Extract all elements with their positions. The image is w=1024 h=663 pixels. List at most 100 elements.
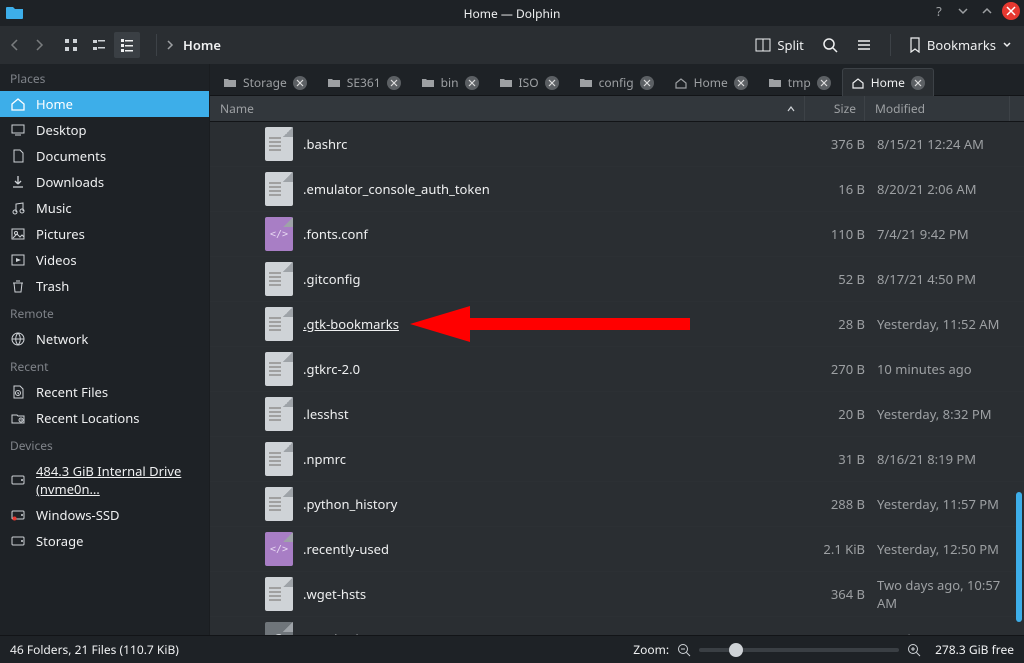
tab-label: SE361 <box>347 74 381 91</box>
tab-home[interactable]: Home <box>842 68 934 96</box>
help-button[interactable]: ? <box>930 2 948 20</box>
tab-bin[interactable]: bin <box>412 68 488 96</box>
file-size: 270 B <box>805 360 865 378</box>
table-row[interactable]: .Xauthority51 B10 minutes ago <box>210 617 1024 635</box>
window-title: Home — Dolphin <box>464 5 561 22</box>
tab-close-icon[interactable] <box>387 76 401 90</box>
file-modified: Yesterday, 8:32 PM <box>865 405 1010 423</box>
tab-close-icon[interactable] <box>734 76 748 90</box>
sidebar-item-videos[interactable]: Videos <box>0 247 209 273</box>
file-name: .lesshst <box>303 405 805 423</box>
file-icon <box>265 172 293 206</box>
table-row[interactable]: .emulator_console_auth_token16 B8/20/21 … <box>210 167 1024 212</box>
column-size[interactable]: Size <box>805 96 865 121</box>
file-size: 364 B <box>805 585 865 603</box>
folder-icon <box>327 78 341 88</box>
sidebar-heading: Places <box>0 64 209 91</box>
table-row[interactable]: .npmrc31 B8/16/21 8:19 PM <box>210 437 1024 482</box>
compact-view-button[interactable] <box>86 32 112 58</box>
desktop-icon <box>10 122 26 138</box>
sidebar-item-recent-locations[interactable]: Recent Locations <box>0 405 209 431</box>
bookmarks-button[interactable]: Bookmarks <box>905 32 1016 58</box>
table-row[interactable]: .python_history288 BYesterday, 11:57 PM <box>210 482 1024 527</box>
menu-button[interactable] <box>852 34 876 56</box>
breadcrumb[interactable]: Home <box>165 36 747 54</box>
file-name: .gtkrc-2.0 <box>303 360 805 378</box>
sidebar-item-documents[interactable]: Documents <box>0 143 209 169</box>
tab-close-icon[interactable] <box>911 76 925 90</box>
file-name: .gtk-bookmarks <box>303 315 805 333</box>
tab-storage[interactable]: Storage <box>214 68 316 96</box>
tab-close-icon[interactable] <box>640 76 654 90</box>
table-row[interactable]: .fonts.conf110 B7/4/21 9:42 PM <box>210 212 1024 257</box>
breadcrumb-home[interactable]: Home <box>183 36 221 54</box>
sidebar-item-pictures[interactable]: Pictures <box>0 221 209 247</box>
back-button[interactable] <box>8 38 22 52</box>
scrollbar-thumb[interactable] <box>1016 492 1022 622</box>
table-row[interactable]: .bashrc376 B8/15/21 12:24 AM <box>210 122 1024 167</box>
sidebar-item-home[interactable]: Home <box>0 91 209 117</box>
file-icon <box>265 532 293 566</box>
close-button[interactable] <box>1002 2 1020 20</box>
forward-button[interactable] <box>32 38 46 52</box>
file-icon <box>265 397 293 431</box>
search-button[interactable] <box>818 33 842 57</box>
sidebar-item-recent-files[interactable]: Recent Files <box>0 379 209 405</box>
table-row[interactable]: .gtkrc-2.0270 B10 minutes ago <box>210 347 1024 392</box>
bookmark-icon <box>909 37 921 53</box>
column-modified[interactable]: Modified <box>865 96 1010 121</box>
sidebar-item-trash[interactable]: Trash <box>0 273 209 299</box>
tab-se361[interactable]: SE361 <box>318 68 410 96</box>
tab-config[interactable]: config <box>570 68 663 96</box>
file-size: 16 B <box>805 180 865 198</box>
tree-gutter <box>210 139 265 149</box>
column-name[interactable]: Name <box>210 96 805 121</box>
zoom-out-icon[interactable] <box>677 643 691 657</box>
scrollbar[interactable] <box>1014 122 1022 635</box>
file-modified: Two days ago, 10:57 AM <box>865 576 1010 612</box>
file-size: 52 B <box>805 270 865 288</box>
tab-close-icon[interactable] <box>817 76 831 90</box>
maximize-button[interactable] <box>978 2 996 20</box>
split-label: Split <box>777 36 804 54</box>
tab-label: Home <box>694 74 728 91</box>
tab-close-icon[interactable] <box>545 76 559 90</box>
main-area: PlacesHomeDesktopDocumentsDownloadsMusic… <box>0 64 1024 635</box>
split-button[interactable]: Split <box>751 32 808 58</box>
table-row[interactable]: .wget-hsts364 BTwo days ago, 10:57 AM <box>210 572 1024 617</box>
drive-storage-icon <box>10 533 26 549</box>
tab-close-icon[interactable] <box>465 76 479 90</box>
sidebar-item-storage[interactable]: Storage <box>0 528 209 554</box>
table-row[interactable]: .lesshst20 BYesterday, 8:32 PM <box>210 392 1024 437</box>
file-icon <box>265 307 293 341</box>
sidebar-item-music[interactable]: Music <box>0 195 209 221</box>
zoom-slider-thumb[interactable] <box>729 643 743 657</box>
file-size: 51 B <box>805 630 865 635</box>
sidebar-item-downloads[interactable]: Downloads <box>0 169 209 195</box>
file-list[interactable]: .bashrc376 B8/15/21 12:24 AM.emulator_co… <box>210 122 1024 635</box>
icons-view-button[interactable] <box>58 32 84 58</box>
minimize-button[interactable] <box>954 2 972 20</box>
tab-tmp[interactable]: tmp <box>759 68 840 96</box>
tab-home[interactable]: Home <box>665 68 757 96</box>
table-row[interactable]: .gitconfig52 B8/17/21 4:50 PM <box>210 257 1024 302</box>
documents-icon <box>10 148 26 164</box>
zoom-slider[interactable] <box>699 648 899 652</box>
sidebar-item-desktop[interactable]: Desktop <box>0 117 209 143</box>
column-name-label: Name <box>220 100 254 117</box>
sidebar-item-network[interactable]: Network <box>0 326 209 352</box>
table-row[interactable]: .recently-used2.1 KiBYesterday, 12:50 PM <box>210 527 1024 572</box>
tab-iso[interactable]: ISO <box>490 68 568 96</box>
sidebar-item-windows-ssd[interactable]: Windows-SSD <box>0 502 209 528</box>
sidebar-item-484-3-gib-internal-drive-nvme0n[interactable]: 484.3 GiB Internal Drive (nvme0n… <box>0 458 209 502</box>
tab-close-icon[interactable] <box>293 76 307 90</box>
table-row[interactable]: .gtk-bookmarks28 BYesterday, 11:52 AM <box>210 302 1024 347</box>
column-size-label: Size <box>834 100 856 117</box>
details-view-button[interactable] <box>114 32 140 58</box>
zoom-in-icon[interactable] <box>907 643 921 657</box>
file-icon <box>265 487 293 521</box>
tree-gutter <box>210 364 265 374</box>
view-mode-buttons <box>58 32 140 58</box>
file-modified: 8/17/21 4:50 PM <box>865 270 1010 288</box>
sidebar-item-label: Windows-SSD <box>36 506 119 524</box>
